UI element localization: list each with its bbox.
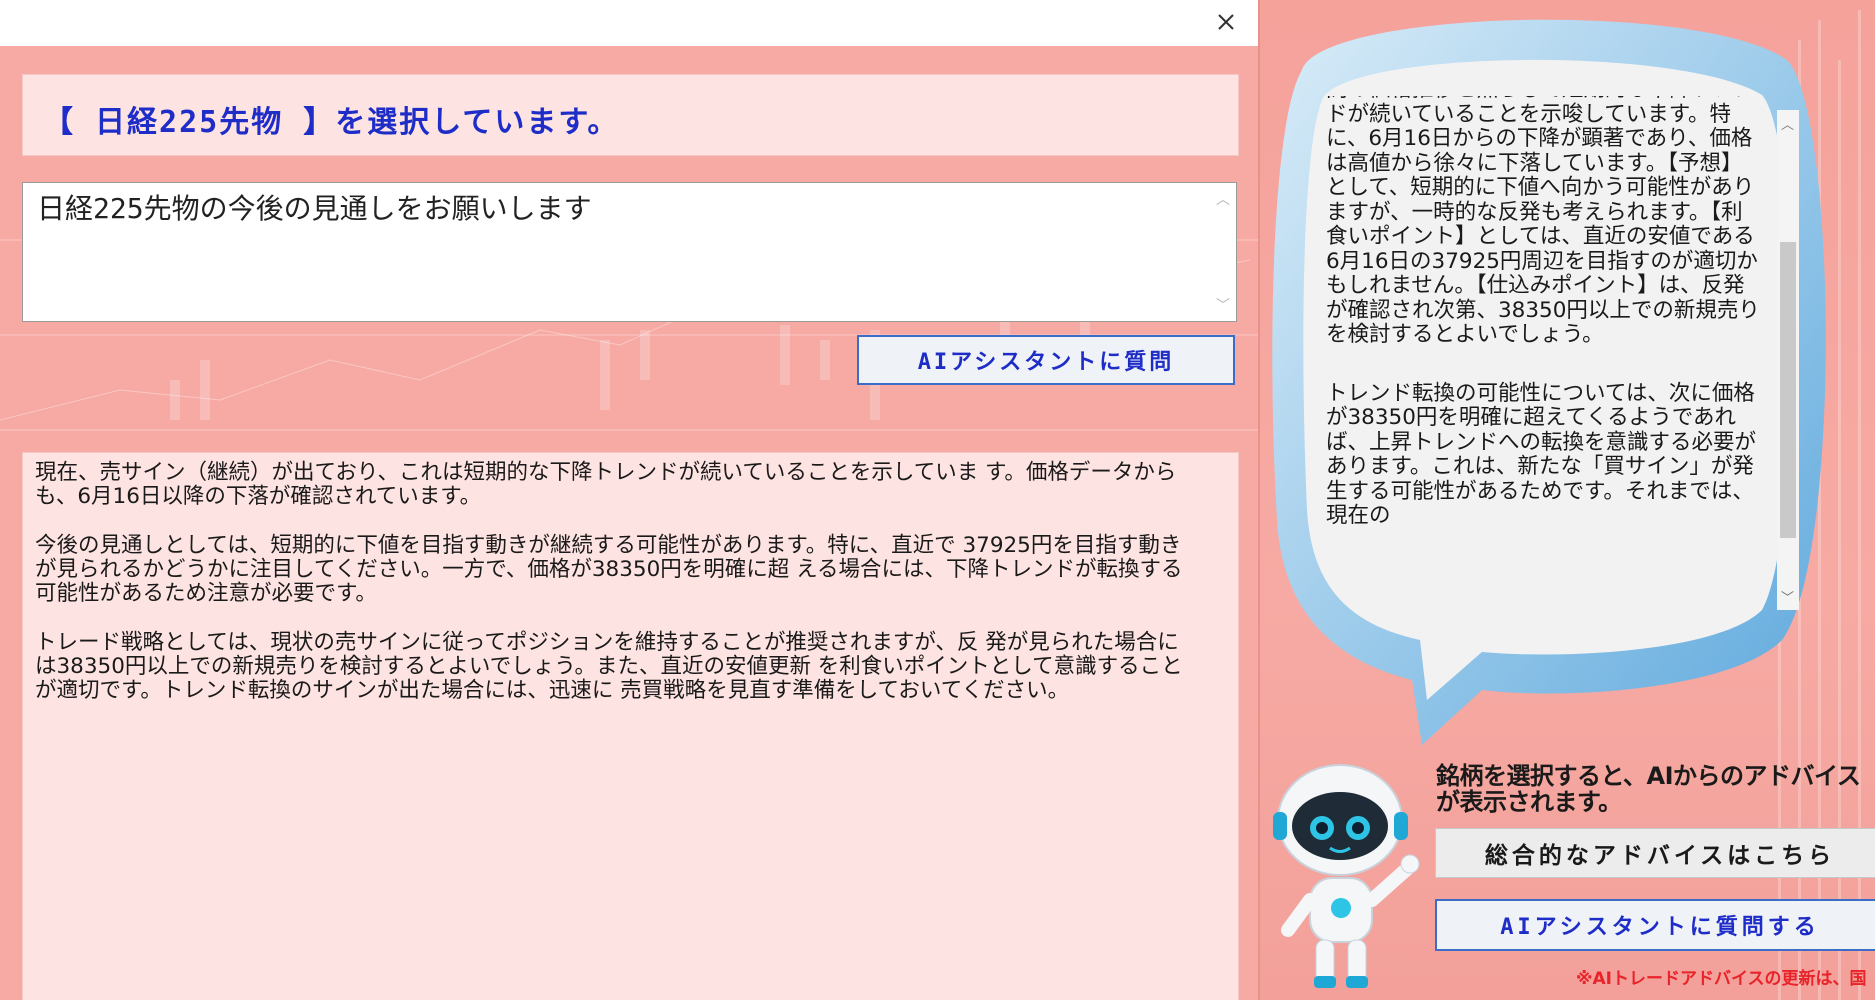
selected-instrument-heading: 【 日経225先物 】を選択しています。 <box>43 105 620 140</box>
answer-paragraph-1: 現在、売サイン（継続）が出ており、これは短期的な下降トレンドが続いていることを示… <box>35 460 1177 509</box>
chevron-down-icon[interactable]: ﹀ <box>1781 587 1794 606</box>
chevron-up-icon[interactable]: ︿ <box>1781 114 1794 133</box>
overall-advice-button[interactable]: 総合的なアドバイスはこちら <box>1435 828 1875 878</box>
scrollbar-thumb[interactable] <box>1780 242 1796 538</box>
bubble-paragraph-1: 間の価格推移と照らして短期的な下降トレンドが続いていることを示唆しています。特に… <box>1326 96 1760 347</box>
answer-paragraph-3: トレード戦略としては、現状の売サインに従ってポジションを維持することが推奨されま… <box>35 630 1183 703</box>
question-input-text[interactable]: 日経225先物の今後の見通しをお願いします <box>37 187 1206 227</box>
answer-output: 現在、売サイン（継続）が出ており、これは短期的な下降トレンドが続いていることを示… <box>22 452 1239 1000</box>
question-input[interactable]: 日経225先物の今後の見通しをお願いします ︿ ﹀ <box>22 182 1237 322</box>
bubble-paragraph-2: トレンド転換の可能性については、次に価格が38350円を明確に超えてくるようであ… <box>1326 380 1757 528</box>
ai-question-dialog: 【 日経225先物 】を選択しています。 日経225先物の今後の見通しをお願いし… <box>0 0 1260 1000</box>
close-icon[interactable] <box>1212 8 1240 36</box>
selection-heading-box: 【 日経225先物 】を選択しています。 <box>22 74 1239 156</box>
bubble-advice-text: 間の価格推移と照らして短期的な下降トレンドが続いていることを示唆しています。特に… <box>1326 96 1762 608</box>
chevron-down-icon[interactable]: ﹀ <box>1216 295 1230 315</box>
bubble-scrollbar[interactable]: ︿ ﹀ <box>1777 110 1799 610</box>
advice-instruction-text: 銘柄を選択すると、AIからのアドバイスが表示されます。 <box>1436 762 1861 816</box>
robot-mascot <box>1273 764 1420 988</box>
chevron-up-icon[interactable]: ︿ <box>1216 189 1230 209</box>
answer-paragraph-2: 今後の見通しとしては、短期的に下値を目指す動きが継続する可能性があります。特に、… <box>35 533 1183 606</box>
dialog-title-bar <box>0 0 1258 46</box>
ai-assistant-question-button[interactable]: AIアシスタントに質問する <box>1435 899 1875 951</box>
ask-ai-assistant-button[interactable]: AIアシスタントに質問 <box>857 335 1235 385</box>
footnote-text: ※AIトレードアドバイスの更新は、国 <box>1576 969 1867 989</box>
